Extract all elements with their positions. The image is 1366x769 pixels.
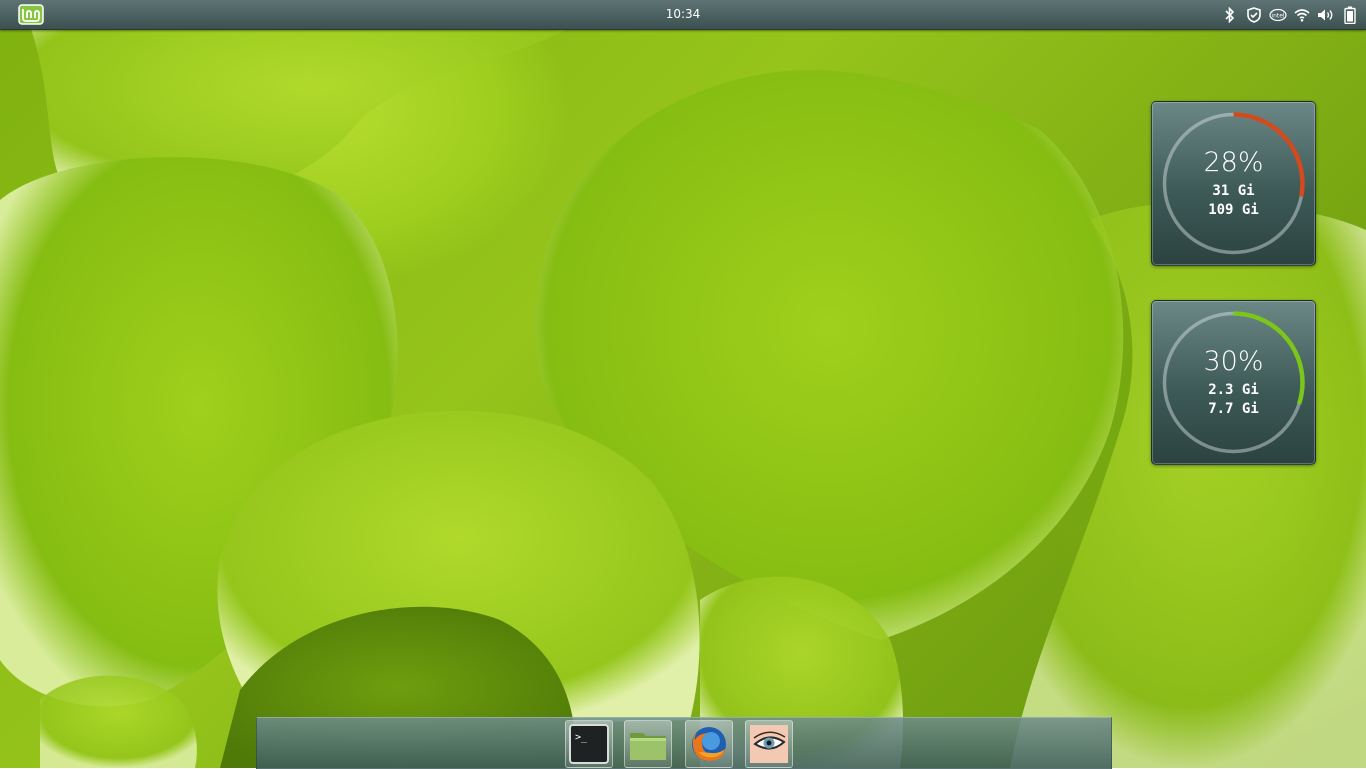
- memory-percent: 30%: [1203, 346, 1264, 377]
- disk-used: 31 Gi: [1212, 183, 1255, 199]
- bluetooth-icon[interactable]: [1218, 5, 1242, 25]
- top-panel: 10:34 intel: [0, 0, 1366, 30]
- system-tray: intel: [1218, 5, 1362, 25]
- eye-icon: [750, 725, 788, 763]
- disk-usage-widget: 28% 31 Gi 109 Gi: [1151, 101, 1316, 266]
- volume-icon[interactable]: [1314, 5, 1338, 25]
- firefox-launcher[interactable]: [685, 720, 733, 768]
- terminal-prompt-glyph: >_: [575, 732, 588, 743]
- intel-icon[interactable]: intel: [1266, 5, 1290, 25]
- shield-icon[interactable]: [1242, 5, 1266, 25]
- svg-text:intel: intel: [1271, 13, 1285, 20]
- firefox-icon: [692, 727, 726, 761]
- panel-clock[interactable]: 10:34: [0, 7, 1366, 21]
- eye-of-gnome-launcher[interactable]: [745, 720, 793, 768]
- disk-total: 109 Gi: [1208, 202, 1259, 218]
- wifi-icon[interactable]: [1290, 5, 1314, 25]
- memory-used: 2.3 Gi: [1208, 382, 1259, 398]
- files-launcher[interactable]: [624, 720, 672, 768]
- disk-percent: 28%: [1203, 147, 1264, 178]
- folder-icon: [630, 733, 666, 760]
- memory-total: 7.7 Gi: [1208, 401, 1259, 417]
- memory-usage-widget: 30% 2.3 Gi 7.7 Gi: [1151, 300, 1316, 465]
- terminal-icon: >_: [569, 724, 609, 764]
- terminal-launcher[interactable]: >_: [565, 720, 613, 768]
- dock: >_: [256, 717, 1112, 769]
- battery-icon[interactable]: [1338, 5, 1362, 25]
